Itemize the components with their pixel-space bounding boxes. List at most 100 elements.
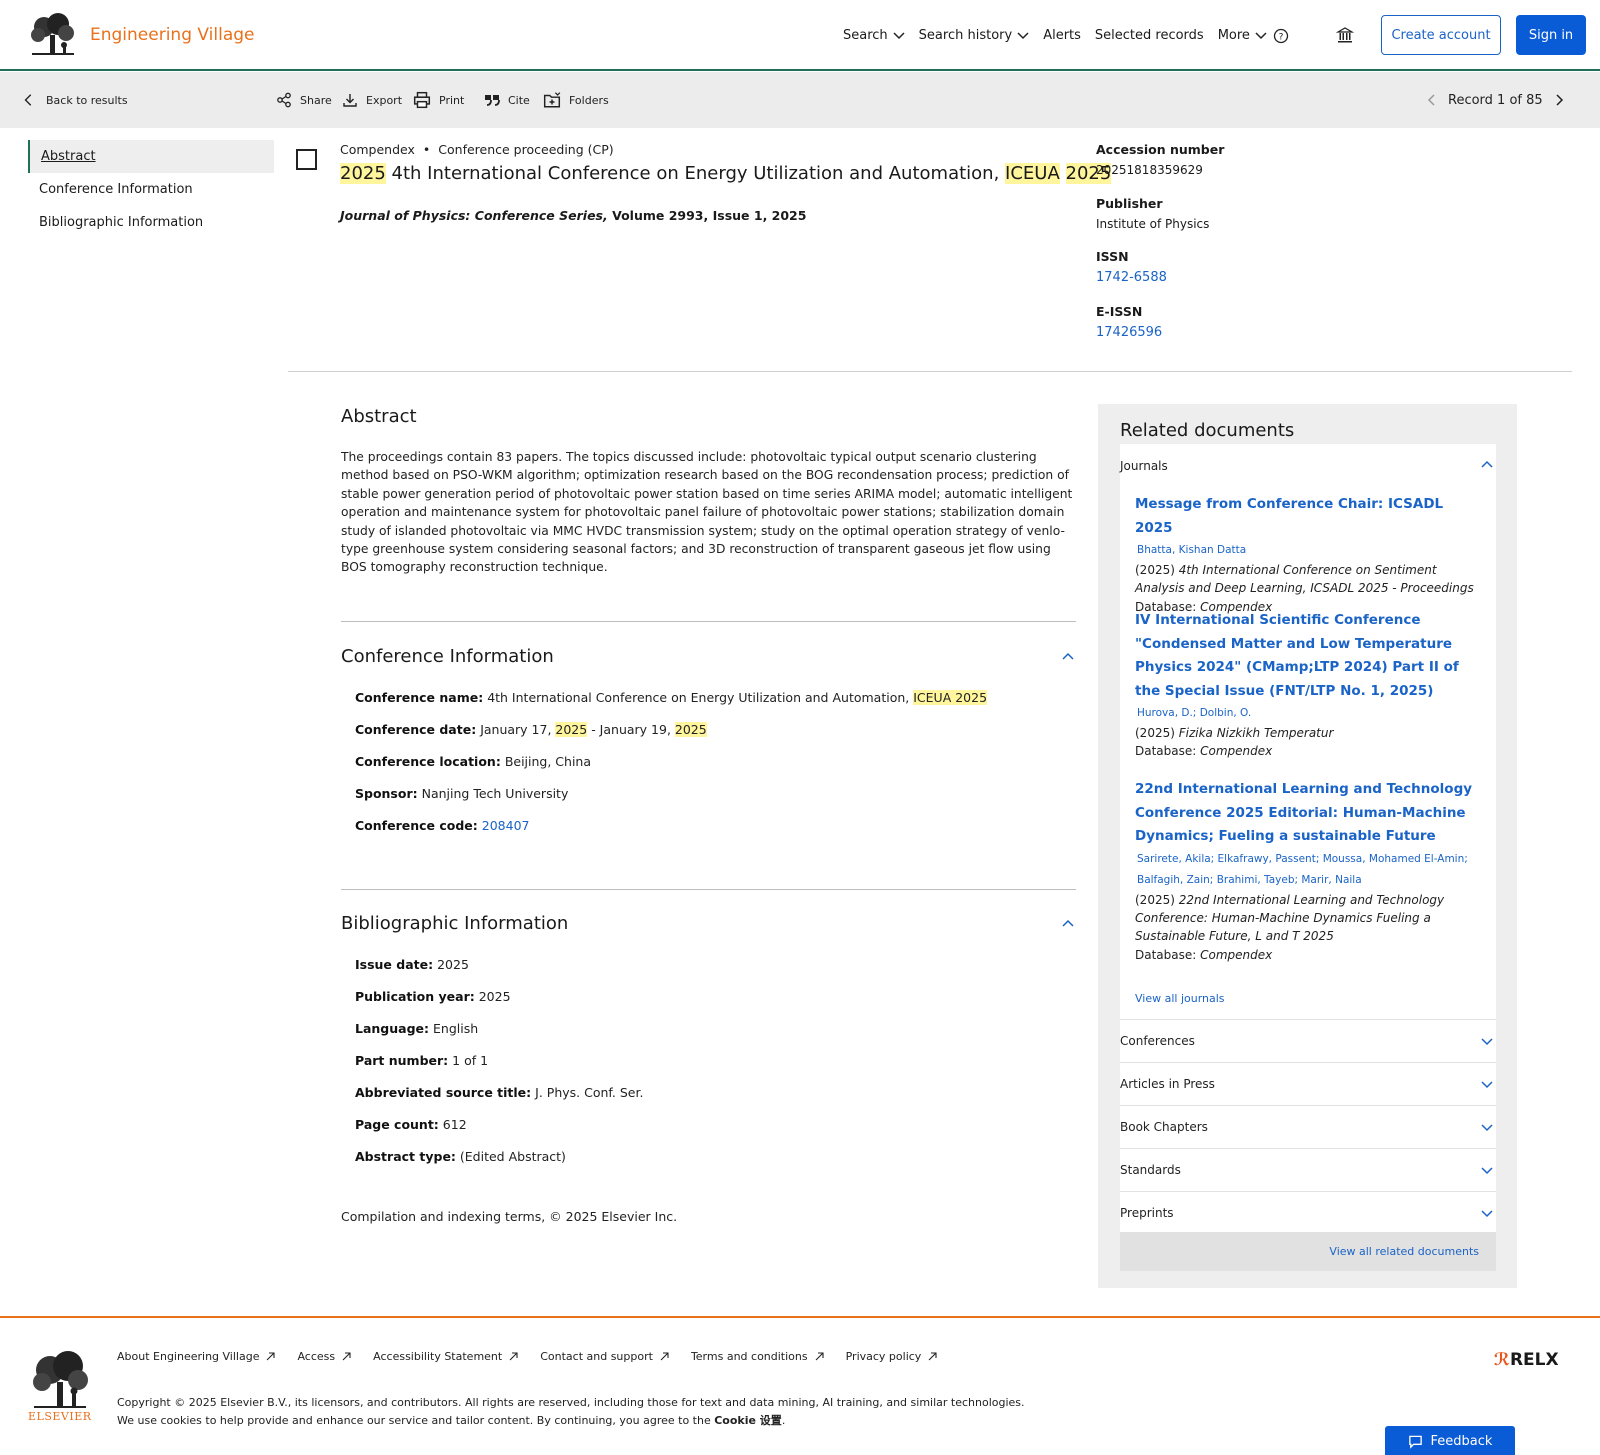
- accordion-book-chapters[interactable]: Book Chapters: [1120, 1105, 1496, 1148]
- field-label: Abstract type:: [355, 1149, 456, 1164]
- accordion-label: Standards: [1120, 1163, 1181, 1177]
- select-record-checkbox[interactable]: [296, 149, 317, 170]
- footer-link-access[interactable]: Access: [297, 1350, 351, 1363]
- accordion-standards[interactable]: Standards: [1120, 1148, 1496, 1191]
- language-field: Language: English: [355, 1021, 478, 1036]
- sidebar-item-conference-information[interactable]: Conference Information: [28, 173, 274, 206]
- record-counter: Record 1 of 85: [1448, 92, 1543, 108]
- share-label: Share: [300, 93, 332, 107]
- field-label: Abbreviated source title:: [355, 1085, 532, 1100]
- feedback-button[interactable]: Feedback: [1385, 1426, 1515, 1455]
- download-icon: [343, 94, 357, 107]
- author-link[interactable]: Dolbin, O.: [1200, 707, 1252, 719]
- conference-name-value: 4th International Conference on Energy U…: [487, 690, 914, 705]
- nav-selected-records-label: Selected records: [1094, 27, 1204, 43]
- author-link[interactable]: Hurova, D.;: [1137, 707, 1196, 719]
- conference-location-field: Conference location: Beijing, China: [355, 754, 591, 769]
- journals-accordion-header[interactable]: Journals: [1120, 444, 1496, 487]
- source-volume: Volume 2993, Issue 1, 2025: [607, 208, 807, 223]
- nav-alerts-label: Alerts: [1043, 27, 1081, 43]
- feedback-label: Feedback: [1430, 1434, 1493, 1449]
- author-link[interactable]: Balfagih, Zain;: [1137, 874, 1213, 886]
- field-label: Part number:: [355, 1053, 449, 1068]
- database-label: Database:: [1135, 947, 1201, 962]
- accordion-label: Articles in Press: [1120, 1077, 1215, 1091]
- accordion-preprints[interactable]: Preprints: [1120, 1191, 1496, 1234]
- chevron-up-icon[interactable]: [1061, 919, 1075, 929]
- abbreviated-source-title-field: Abbreviated source title: J. Phys. Conf.…: [355, 1085, 643, 1100]
- nav-search-history[interactable]: Search history: [919, 28, 1030, 43]
- sidebar-item-abstract[interactable]: Abstract: [28, 140, 274, 173]
- footer-link-accessibility[interactable]: Accessibility Statement: [373, 1350, 518, 1363]
- create-account-button[interactable]: Create account: [1381, 15, 1501, 55]
- footer-link-terms[interactable]: Terms and conditions: [691, 1350, 824, 1363]
- share-button[interactable]: Share: [276, 72, 332, 128]
- footer-link-privacy[interactable]: Privacy policy: [846, 1350, 938, 1363]
- folders-button[interactable]: Folders: [543, 72, 609, 128]
- field-value: 612: [442, 1117, 467, 1132]
- printer-icon: [413, 91, 431, 109]
- author-link[interactable]: Sarirete, Akila;: [1137, 853, 1214, 865]
- related-doc-title-link[interactable]: IV International Scientific Conference "…: [1135, 609, 1480, 703]
- nav-search[interactable]: Search: [843, 28, 905, 43]
- sidebar-item-bibliographic-information[interactable]: Bibliographic Information: [28, 206, 274, 239]
- copyright-text: Copyright © 2025 Elsevier B.V., its lice…: [117, 1396, 1025, 1409]
- external-link-icon: [660, 1352, 669, 1361]
- conference-heading: Conference Information: [341, 646, 554, 667]
- sponsor-field: Sponsor: Nanjing Tech University: [355, 786, 568, 801]
- back-to-results-link[interactable]: Back to results: [22, 72, 128, 128]
- author-link[interactable]: Moussa, Mohamed El-Amin;: [1323, 853, 1468, 865]
- sign-in-button[interactable]: Sign in: [1516, 15, 1586, 55]
- author-link[interactable]: Brahimi, Tayeb;: [1217, 874, 1298, 886]
- conference-date-label: Conference date:: [355, 722, 477, 737]
- source-year: (2025): [1135, 726, 1179, 740]
- help-icon[interactable]: ?: [1273, 28, 1289, 44]
- sponsor-value: Nanjing Tech University: [421, 786, 569, 801]
- related-doc-title-link[interactable]: Message from Conference Chair: ICSADL 20…: [1135, 493, 1480, 540]
- brand-name: Engineering Village: [90, 25, 255, 45]
- issn-link[interactable]: 1742-6588: [1096, 270, 1167, 285]
- cookie-settings-link[interactable]: Cookie 设置: [714, 1414, 782, 1427]
- section-sidebar: Abstract Conference Information Bibliogr…: [28, 140, 274, 239]
- source-line: Journal of Physics: Conference Series, V…: [340, 208, 806, 223]
- source-name: Fizika Nizkikh Temperatur: [1178, 726, 1334, 740]
- view-all-related-documents-link[interactable]: View all related documents: [1120, 1232, 1496, 1271]
- chevron-up-icon[interactable]: [1061, 652, 1075, 662]
- field-label: Issue date:: [355, 957, 434, 972]
- issn-label: ISSN: [1096, 249, 1129, 264]
- author-link[interactable]: Elkafrawy, Passent;: [1218, 853, 1320, 865]
- conference-code-link[interactable]: 208407: [482, 818, 530, 833]
- related-doc-title-link[interactable]: 22nd International Learning and Technolo…: [1135, 778, 1480, 849]
- author-link[interactable]: Marir, Naila: [1301, 874, 1361, 886]
- nav-selected-records[interactable]: Selected records: [1095, 28, 1204, 43]
- section-divider: [341, 621, 1076, 622]
- export-button[interactable]: Export: [342, 72, 402, 128]
- nav-more[interactable]: More: [1218, 28, 1267, 43]
- chevron-right-icon[interactable]: [1553, 94, 1565, 106]
- view-all-journals-link[interactable]: View all journals: [1135, 992, 1225, 1005]
- nav-alerts[interactable]: Alerts: [1043, 28, 1081, 43]
- chevron-left-icon[interactable]: [1426, 94, 1438, 106]
- cite-button[interactable]: Cite: [484, 72, 530, 128]
- record-type-line: Compendex • Conference proceeding (CP): [340, 142, 614, 157]
- institution-icon[interactable]: [1336, 26, 1354, 44]
- accordion-articles-in-press[interactable]: Articles in Press: [1120, 1062, 1496, 1105]
- footer-link-label: Access: [297, 1350, 336, 1363]
- source-year: (2025): [1135, 892, 1179, 907]
- accordion-label: Book Chapters: [1120, 1120, 1208, 1134]
- field-value: 2025: [478, 989, 511, 1004]
- accordion-conferences[interactable]: Conferences: [1120, 1019, 1496, 1062]
- elsevier-wordmark: ELSEVIER: [28, 1410, 92, 1423]
- brand[interactable]: Engineering Village: [28, 13, 255, 57]
- export-label: Export: [366, 93, 403, 107]
- author-link[interactable]: Bhatta, Kishan Datta: [1137, 544, 1246, 556]
- e-issn-link[interactable]: 17426596: [1096, 325, 1162, 340]
- title-text: [1060, 163, 1066, 184]
- print-button[interactable]: Print: [413, 72, 464, 128]
- chevron-down-icon: [1481, 1038, 1493, 1046]
- svg-text:?: ?: [1279, 33, 1284, 43]
- field-value: (Edited Abstract): [459, 1149, 566, 1164]
- nav-search-history-label: Search history: [918, 27, 1013, 43]
- footer-link-contact[interactable]: Contact and support: [540, 1350, 669, 1363]
- footer-link-about[interactable]: About Engineering Village: [117, 1350, 276, 1363]
